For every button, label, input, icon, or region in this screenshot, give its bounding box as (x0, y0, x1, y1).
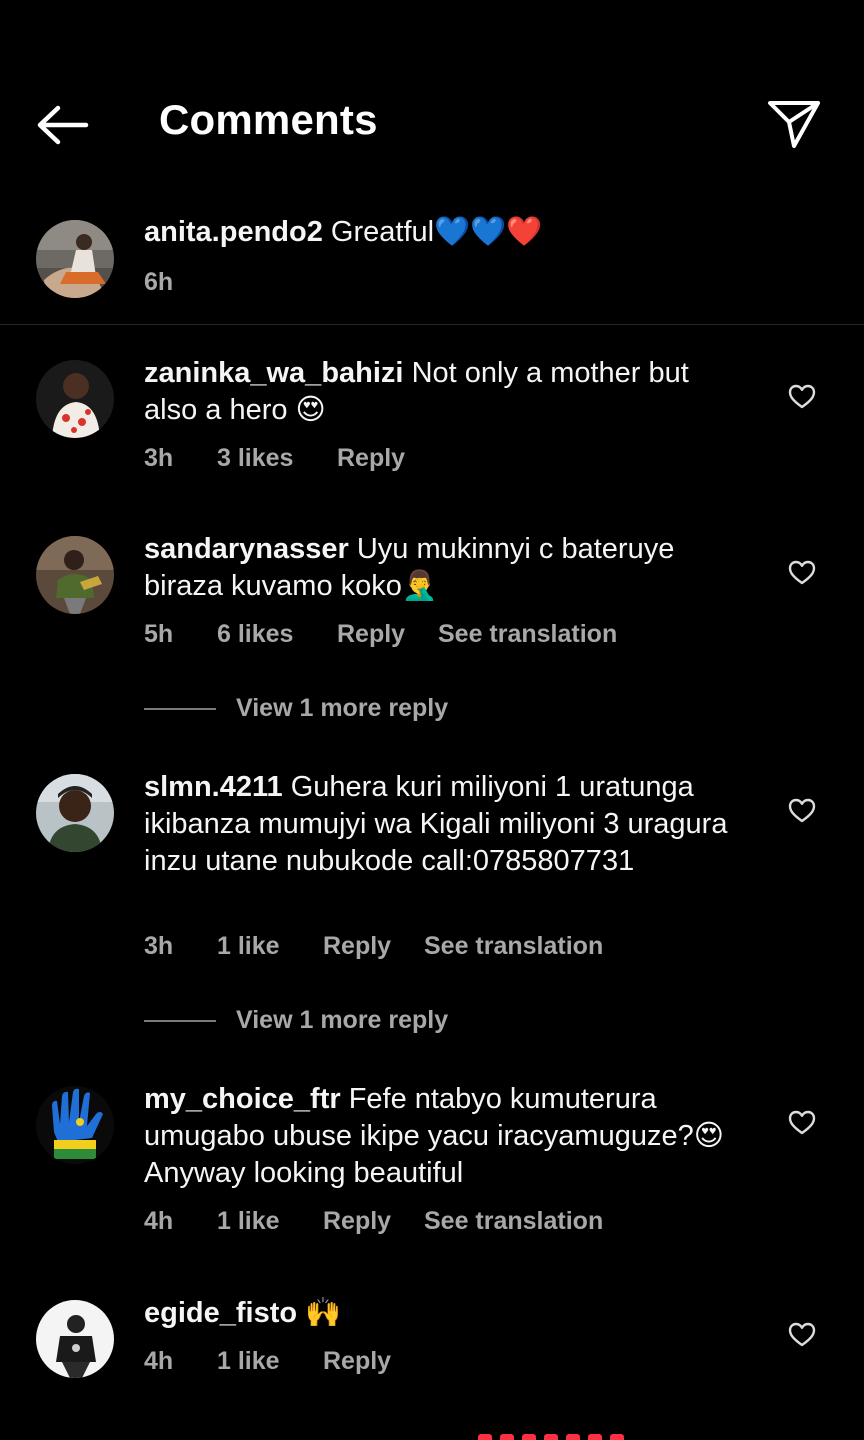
like-button[interactable] (788, 384, 816, 410)
comment-username[interactable]: zaninka_wa_bahizi (144, 357, 404, 389)
avatar[interactable] (36, 360, 114, 438)
caption-username[interactable]: anita.pendo2 (144, 216, 323, 248)
caption-body: Greatful💙💙❤️ (330, 216, 543, 248)
like-button[interactable] (788, 798, 816, 824)
comment-text: my_choice_ftr Fefe ntabyo kumuterura umu… (144, 1081, 744, 1192)
caption-text: anita.pendo2 Greatful💙💙❤️ (144, 214, 744, 251)
heart-outline-icon (788, 1110, 816, 1135)
page-title: Comments (159, 96, 378, 143)
reply-button[interactable]: Reply (337, 444, 405, 473)
comment-text: slmn.4211 Guhera kuri miliyoni 1 uratung… (144, 769, 744, 880)
see-translation-button[interactable]: See translation (424, 932, 603, 961)
divider (144, 708, 216, 710)
like-button[interactable] (788, 560, 816, 586)
comment-body: 🙌 (305, 1297, 342, 1329)
avatar[interactable] (36, 1086, 114, 1164)
view-more-label: View 1 more reply (236, 1006, 449, 1034)
comment-username[interactable]: egide_fisto (144, 1297, 297, 1329)
avatar[interactable] (36, 536, 114, 614)
reply-button[interactable]: Reply (323, 1347, 391, 1376)
share-button[interactable] (764, 96, 824, 152)
likes-count[interactable]: 1 like (217, 1347, 280, 1376)
likes-count[interactable]: 1 like (217, 932, 280, 961)
comment-username[interactable]: slmn.4211 (144, 771, 283, 803)
likes-count[interactable]: 3 likes (217, 444, 293, 473)
reply-button[interactable]: Reply (337, 620, 405, 649)
arrow-left-icon (37, 105, 89, 145)
avatar[interactable] (36, 1300, 114, 1378)
comment-username[interactable]: sandarynasser (144, 533, 349, 565)
reply-button[interactable]: Reply (323, 1207, 391, 1236)
view-more-label: View 1 more reply (236, 694, 449, 722)
comment-text: sandarynasser Uyu mukinnyi c bateruye bi… (144, 531, 744, 605)
divider (144, 1020, 216, 1022)
avatar[interactable] (36, 220, 114, 298)
comment-text: egide_fisto 🙌 (144, 1295, 744, 1332)
like-button[interactable] (788, 1322, 816, 1348)
comment-text: zaninka_wa_bahizi Not only a mother but … (144, 355, 744, 429)
emoji-strip-partial (470, 1434, 630, 1440)
likes-count[interactable]: 6 likes (217, 620, 293, 649)
avatar[interactable] (36, 774, 114, 852)
heart-outline-icon (788, 560, 816, 585)
back-button[interactable] (30, 100, 92, 150)
comment-time: 4h (144, 1207, 174, 1235)
comment-username[interactable]: my_choice_ftr (144, 1083, 341, 1115)
comment-time: 3h (144, 932, 174, 960)
post-caption: anita.pendo2 Greatful💙💙❤️ 6h (0, 200, 864, 325)
heart-outline-icon (788, 1322, 816, 1347)
heart-outline-icon (788, 384, 816, 409)
caption-time: 6h (144, 268, 174, 296)
see-translation-button[interactable]: See translation (438, 620, 617, 649)
comment-time: 4h (144, 1347, 174, 1375)
likes-count[interactable]: 1 like (217, 1207, 280, 1236)
comment-time: 3h (144, 444, 174, 472)
reply-button[interactable]: Reply (323, 932, 391, 961)
header-bar: Comments (0, 0, 864, 190)
paper-plane-icon (768, 101, 820, 148)
like-button[interactable] (788, 1110, 816, 1136)
see-translation-button[interactable]: See translation (424, 1207, 603, 1236)
comment-time: 5h (144, 620, 174, 648)
heart-outline-icon (788, 798, 816, 823)
